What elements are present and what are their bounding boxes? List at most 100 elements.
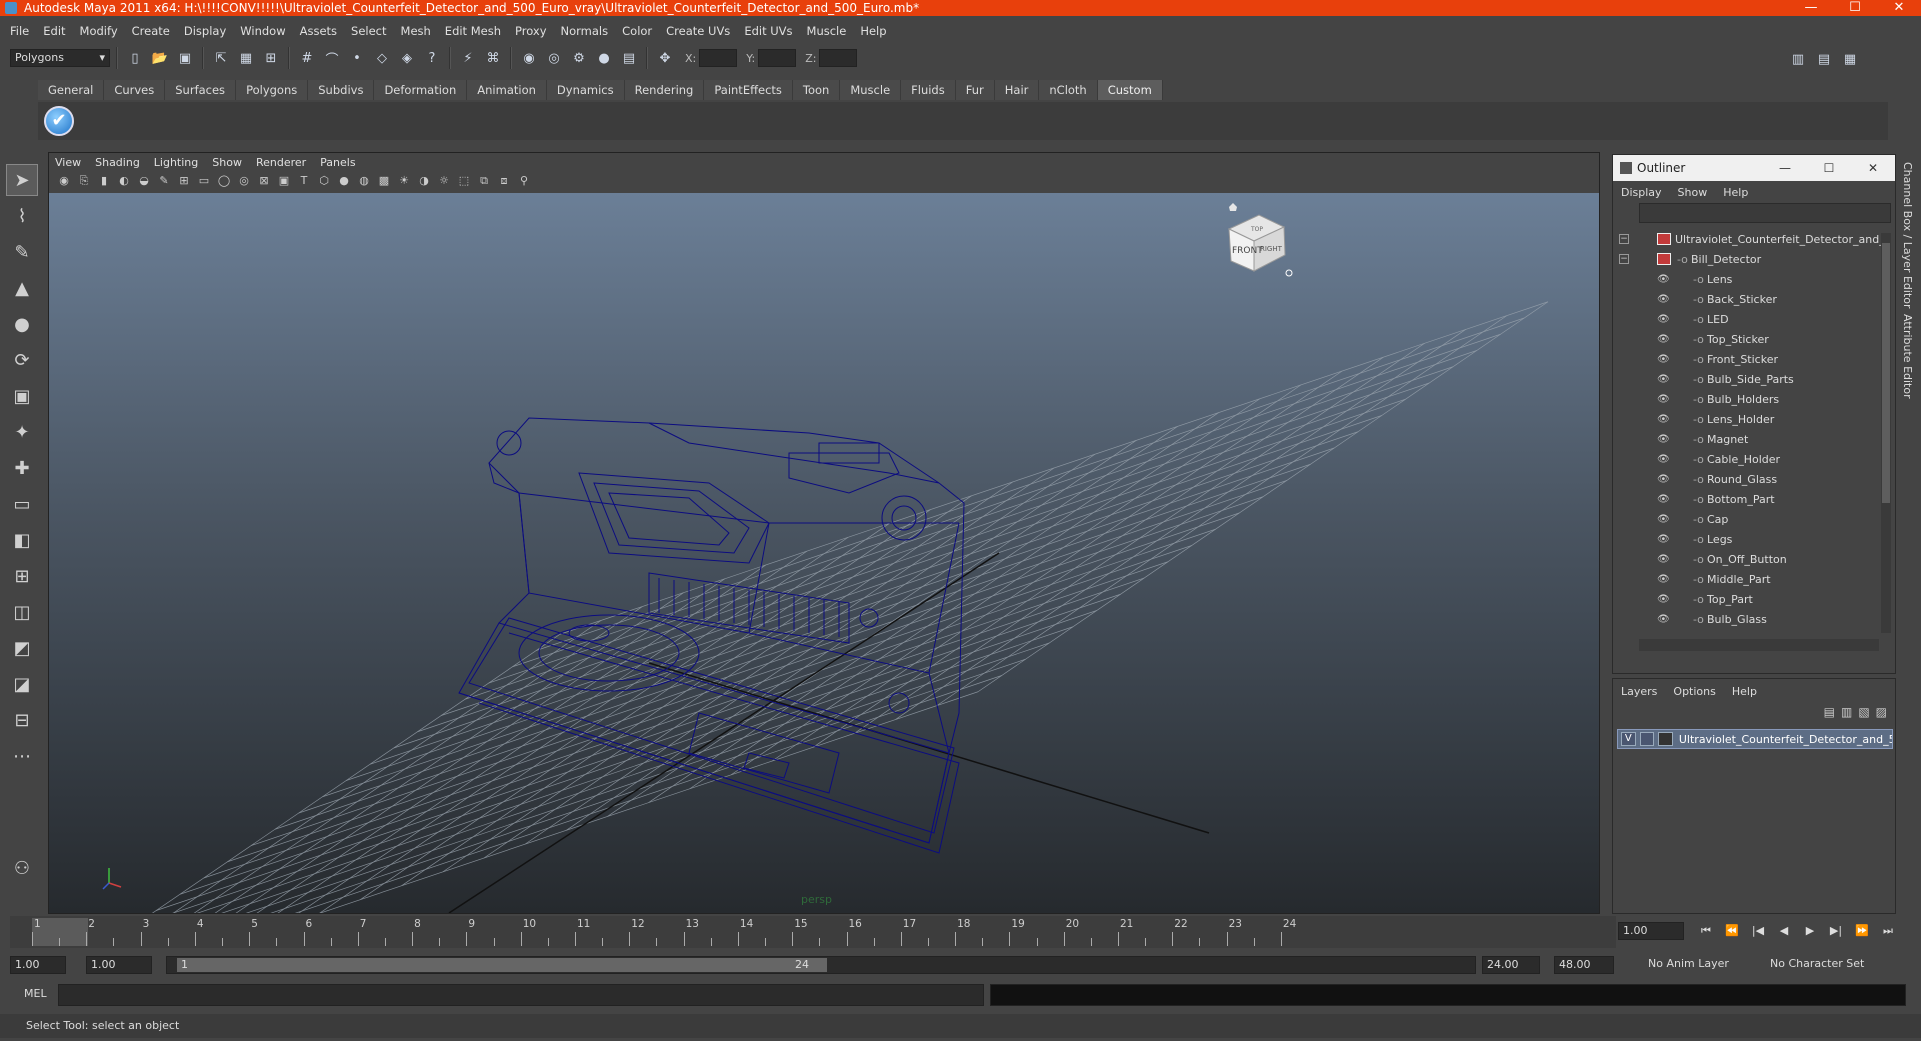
attribute-editor-tab[interactable]: Attribute Editor — [1901, 314, 1914, 399]
time-slider[interactable]: 1 2 3 4 5 6 7 8 9 10 11 12 13 14 15 16 17 18 19 20 21 22 23 24 — [10, 916, 1616, 948]
end-time-field[interactable]: 48.00 — [1554, 956, 1614, 974]
viewcube[interactable]: FRONT RIGHT TOP — [1227, 203, 1293, 277]
playback-end-field[interactable]: 24.00 — [1482, 956, 1540, 974]
layers-menu-help[interactable]: Help — [1732, 685, 1757, 698]
outliner-close-button[interactable]: ✕ — [1851, 155, 1895, 181]
shelf-tab-painteffects[interactable]: PaintEffects — [704, 80, 793, 100]
menu-color[interactable]: Color — [622, 24, 652, 38]
shelf-tab-fluids[interactable]: Fluids — [901, 80, 956, 100]
construction-history-icon[interactable]: ⌘ — [482, 47, 504, 69]
resolution-gate-icon[interactable]: ◯ — [215, 173, 233, 189]
layer-visibility-toggle[interactable]: V — [1621, 732, 1636, 746]
outliner-vscroll[interactable] — [1881, 233, 1891, 633]
ipr-render-icon[interactable]: ◎ — [543, 47, 565, 69]
hypershade-layout-icon[interactable]: ◪ — [6, 668, 38, 700]
menu-muscle[interactable]: Muscle — [807, 24, 847, 38]
play-backwards-icon[interactable]: ◀ — [1772, 922, 1796, 940]
outliner-item[interactable]: 👁 -o Middle_Part — [1613, 569, 1881, 589]
xray-joints-icon[interactable]: ⧈ — [495, 173, 513, 189]
current-frame-field[interactable]: 1.00 — [1618, 922, 1684, 940]
shelf-tab-polygons[interactable]: Polygons — [236, 80, 309, 100]
select-tool-icon[interactable]: ➤ — [6, 164, 38, 196]
minimize-button[interactable]: — — [1789, 0, 1833, 16]
image-plane-icon[interactable]: ◐ — [115, 173, 133, 189]
input-ops-icon[interactable]: ⚡ — [457, 47, 479, 69]
outliner-item-label[interactable]: Back_Sticker — [1707, 293, 1777, 306]
menu-edit-mesh[interactable]: Edit Mesh — [445, 24, 501, 38]
quick-layout-icon[interactable]: ⚇ — [6, 852, 38, 884]
menu-select[interactable]: Select — [351, 24, 386, 38]
outliner-menu-show[interactable]: Show — [1678, 186, 1708, 199]
menu-display[interactable]: Display — [184, 24, 226, 38]
outliner-item[interactable]: 👁 -o Top_Part — [1613, 589, 1881, 609]
wireframe-icon[interactable]: ⬡ — [315, 173, 333, 189]
step-forward-key-icon[interactable]: ⏩ — [1850, 922, 1874, 940]
scale-tool-icon[interactable]: ▣ — [6, 380, 38, 412]
outliner-item[interactable]: 👁 -o Bottom_Part — [1613, 489, 1881, 509]
snap-grid-icon[interactable]: # — [296, 47, 318, 69]
outliner-item[interactable]: 👁 -o On_Off_Button — [1613, 549, 1881, 569]
use-all-lights-icon[interactable]: ☀ — [395, 173, 413, 189]
outliner-item[interactable]: 👁 -o Cap — [1613, 509, 1881, 529]
lasso-tool-icon[interactable]: ⌇ — [6, 200, 38, 232]
outliner-item-label[interactable]: LED — [1707, 313, 1729, 326]
outliner-item-label[interactable]: Front_Sticker — [1707, 353, 1778, 366]
outliner-item-label[interactable]: Cable_Holder — [1707, 453, 1780, 466]
four-view-layout-icon[interactable]: ⊞ — [6, 560, 38, 592]
viewport-menu-view[interactable]: View — [55, 156, 81, 169]
custom-layout-icon[interactable]: ⊟ — [6, 704, 38, 736]
gate-mask-icon[interactable]: ◎ — [235, 173, 253, 189]
range-slider-bar[interactable] — [177, 958, 827, 972]
layer-row[interactable]: V Ultraviolet_Counterfeit_Detector_and_5… — [1617, 729, 1893, 749]
single-perspective-layout-icon[interactable]: ◧ — [6, 524, 38, 556]
menu-edit-uvs[interactable]: Edit UVs — [744, 24, 792, 38]
shelf-tab-deformation[interactable]: Deformation — [374, 80, 468, 100]
sculpt-tool-icon[interactable]: ▲ — [6, 272, 38, 304]
x-field[interactable] — [699, 49, 738, 67]
step-back-frame-icon[interactable]: |◀ — [1746, 922, 1770, 940]
viewport-menu-lighting[interactable]: Lighting — [154, 156, 198, 169]
menu-create[interactable]: Create — [132, 24, 170, 38]
anim-layer-dropdown[interactable]: No Anim Layer — [1644, 956, 1760, 974]
outliner-item-label[interactable]: Bulb_Side_Parts — [1707, 373, 1794, 386]
layer-template-toggle[interactable] — [1639, 732, 1655, 746]
open-scene-icon[interactable]: 📂 — [149, 47, 171, 69]
channel-box-tab[interactable]: Channel Box / Layer Editor — [1901, 162, 1914, 309]
bookmarks-icon[interactable]: ▮ — [95, 173, 113, 189]
safe-title-icon[interactable]: T — [295, 173, 313, 189]
y-field[interactable] — [758, 49, 797, 67]
new-layer-icon[interactable]: ▧ — [1858, 705, 1869, 719]
shelf-tab-ncloth[interactable]: nCloth — [1039, 80, 1098, 100]
shelf-tab-curves[interactable]: Curves — [104, 80, 166, 100]
outliner-item[interactable]: − -o Bill_Detector — [1613, 249, 1881, 269]
layers-menu-options[interactable]: Options — [1673, 685, 1715, 698]
layer-name[interactable]: Ultraviolet_Counterfeit_Detector_and_500… — [1679, 733, 1892, 746]
shelf-tab-dynamics[interactable]: Dynamics — [546, 80, 625, 100]
outliner-filter-field[interactable] — [1639, 203, 1891, 223]
select-component-icon[interactable]: ⊞ — [260, 47, 282, 69]
outliner-item-label[interactable]: Bulb_Holders — [1707, 393, 1779, 406]
snap-point-icon[interactable]: • — [346, 47, 368, 69]
outliner-item-label[interactable]: On_Off_Button — [1707, 553, 1787, 566]
save-scene-icon[interactable]: ▣ — [174, 47, 196, 69]
camera-attributes-icon[interactable]: ⎘ — [75, 173, 93, 189]
more-layouts-icon[interactable]: ⋯ — [6, 740, 38, 772]
smooth-shade-icon[interactable]: ● — [335, 173, 353, 189]
xray-icon[interactable]: ⧉ — [475, 173, 493, 189]
viewport-menu-renderer[interactable]: Renderer — [256, 156, 306, 169]
new-layer-from-selected-icon[interactable]: ▨ — [1876, 705, 1887, 719]
outliner-item-label[interactable]: Middle_Part — [1707, 573, 1771, 586]
render-frame-icon[interactable]: ◉ — [518, 47, 540, 69]
snap-live-icon[interactable]: ◈ — [396, 47, 418, 69]
outliner-item[interactable]: 👁 -o Bulb_Side_Parts — [1613, 369, 1881, 389]
shelf-tab-custom[interactable]: Custom — [1097, 80, 1163, 100]
shelf-tab-animation[interactable]: Animation — [467, 80, 547, 100]
shelf-tab-subdivs[interactable]: Subdivs — [308, 80, 375, 100]
layer-color-swatch[interactable] — [1658, 732, 1673, 746]
paint-select-tool-icon[interactable]: ✎ — [6, 236, 38, 268]
last-tool-icon[interactable]: ▭ — [6, 488, 38, 520]
menu-proxy[interactable]: Proxy — [515, 24, 547, 38]
manipulator-tool-icon[interactable]: ✦ — [6, 416, 38, 448]
perspective-viewport[interactable]: View Shading Lighting Show Renderer Panels ◉ … — [48, 152, 1600, 914]
wireframe-on-shaded-icon[interactable]: ◍ — [355, 173, 373, 189]
